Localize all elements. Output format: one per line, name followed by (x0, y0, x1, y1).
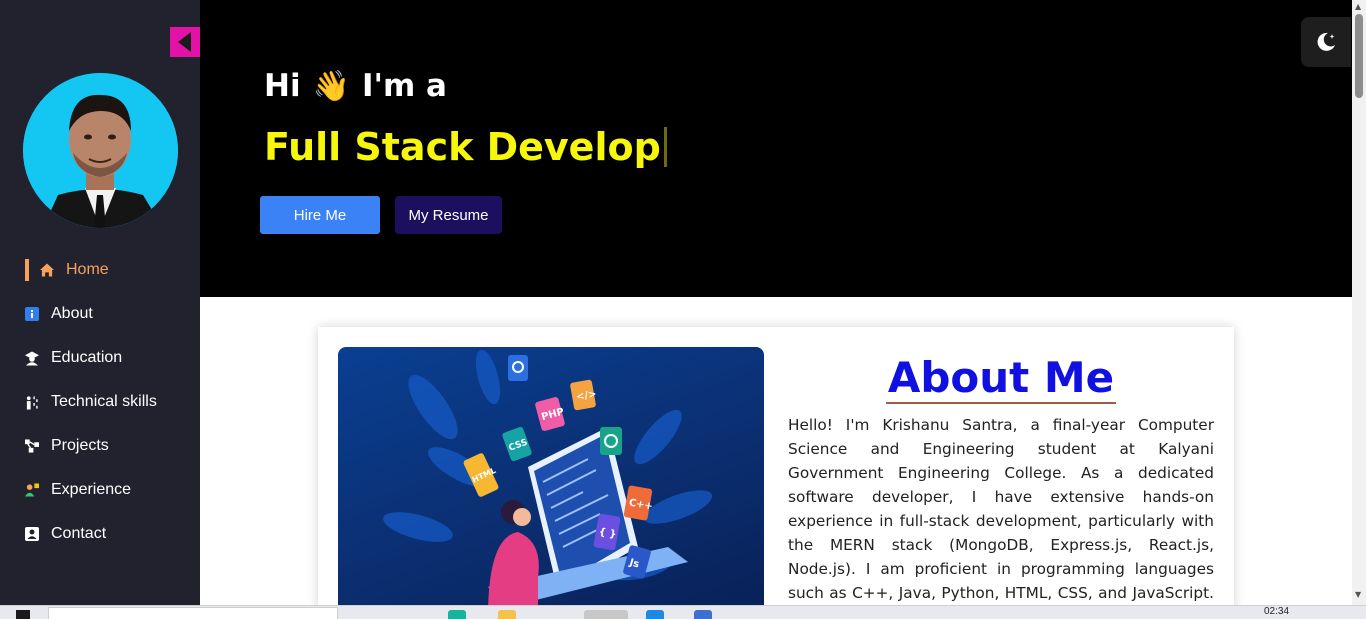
file-explorer-icon[interactable] (498, 610, 516, 619)
sidebar-collapse-button[interactable] (170, 27, 200, 57)
chrome-app-icon[interactable] (584, 610, 628, 619)
avatar (23, 73, 178, 228)
taskbar-search-box[interactable] (48, 607, 338, 619)
moon-icon (1317, 32, 1335, 51)
sidebar-item-contact[interactable]: Contact (0, 512, 200, 556)
sidebar-item-label: Projects (51, 437, 109, 454)
contact-icon (25, 527, 39, 541)
vscode-app-icon[interactable] (646, 610, 664, 619)
app-icon[interactable] (694, 610, 712, 619)
home-icon (40, 263, 54, 277)
hire-me-button[interactable]: Hire Me (260, 196, 380, 234)
scroll-down-arrow-icon[interactable]: ▼ (1355, 590, 1361, 599)
sidebar-item-label: Technical skills (51, 393, 157, 410)
sidebar-item-technical-skills[interactable]: Technical skills (0, 380, 200, 424)
scroll-thumb[interactable] (1355, 14, 1363, 98)
skills-icon (25, 395, 39, 409)
project-icon (25, 439, 39, 453)
sidebar-item-label: Experience (51, 481, 132, 498)
greeting-im-text: I'm a (361, 68, 447, 104)
about-description: Hello! I'm Krishanu Santra, a final-year… (788, 416, 1214, 619)
about-title: About Me (885, 353, 1117, 404)
sidebar: Home About Education Technical skills Pr… (0, 0, 200, 605)
scroll-up-arrow-icon[interactable]: ▲ (1355, 2, 1361, 11)
typed-role: Full Stack Develop (264, 125, 667, 169)
theme-toggle-button[interactable] (1301, 17, 1351, 67)
sidebar-item-label: About (51, 305, 93, 322)
sidebar-item-label: Education (51, 349, 123, 366)
chevron-left-icon (177, 32, 191, 52)
typing-caret (663, 127, 667, 167)
about-card: </> PHP CSS HTML C++ { } Js About Me Hel… (318, 327, 1234, 619)
typed-role-text: Full Stack Develop (264, 125, 661, 169)
edge-app-icon[interactable] (448, 610, 466, 619)
info-icon (25, 307, 39, 321)
sidebar-item-home[interactable]: Home (0, 248, 200, 292)
greeting-hi-text: Hi (264, 68, 301, 104)
sidebar-item-education[interactable]: Education (0, 336, 200, 380)
developer-illustration: </> PHP CSS HTML C++ { } Js (338, 347, 764, 617)
sidebar-item-experience[interactable]: Experience (0, 468, 200, 512)
sidebar-item-label: Home (66, 261, 109, 278)
sidebar-item-projects[interactable]: Projects (0, 424, 200, 468)
windows-start-icon[interactable] (16, 610, 30, 619)
sidebar-nav: Home About Education Technical skills Pr… (0, 248, 200, 556)
os-taskbar: 02:34 (0, 605, 1366, 619)
page-scrollbar[interactable]: ▲ ▼ (1352, 0, 1366, 605)
sidebar-item-about[interactable]: About (0, 292, 200, 336)
wave-icon: 👋 (312, 68, 350, 104)
graduate-icon (25, 351, 39, 365)
hero-section: Hi 👋 I'm a Full Stack Develop Hire Me My… (200, 0, 1352, 297)
sidebar-item-label: Contact (51, 525, 107, 542)
experience-icon (25, 483, 39, 497)
active-indicator (25, 259, 29, 281)
my-resume-button[interactable]: My Resume (395, 196, 502, 234)
taskbar-clock[interactable]: 02:34 (1264, 606, 1289, 617)
hero-greeting: Hi 👋 I'm a (264, 68, 447, 104)
